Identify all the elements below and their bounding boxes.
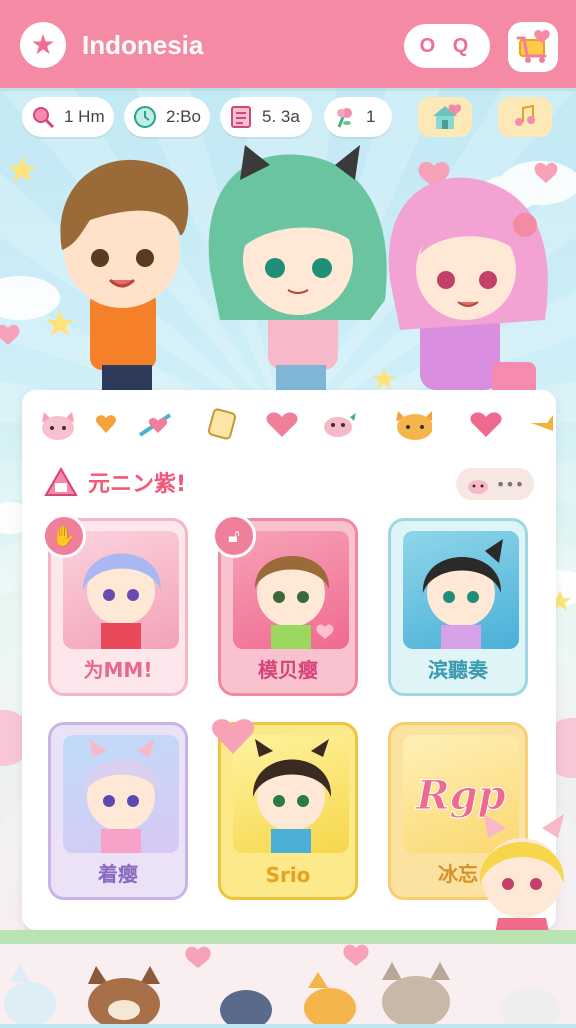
page-title: Indonesia [82,30,204,60]
music-button[interactable] [498,97,552,137]
music-note-icon [515,104,535,126]
favorite-button[interactable]: ★ [20,22,66,68]
card-portrait [63,735,179,853]
more-dots-icon: ••• [495,474,525,494]
more-button[interactable]: ••• [456,468,534,500]
character-pink-hair-girl [388,177,548,396]
notebook-icon [228,104,254,130]
stat-notes-value: 5. 3a [262,107,300,126]
bird-icon[interactable] [522,406,562,442]
character-showcase [60,145,548,396]
scroll-icon[interactable] [202,406,242,442]
clock-icon [132,104,158,130]
card-label: Srio [265,863,311,887]
cat-face-icon[interactable] [38,406,78,442]
hand-icon: ✋ [51,524,77,548]
home-button[interactable] [418,97,472,137]
floating-heart-icon [212,719,254,754]
card-badge-2: 🔓︎ [212,514,256,558]
warning-triangle-icon [44,466,78,496]
card-label: 为MM! [83,658,153,682]
stat-time[interactable]: 2:Bo [124,97,210,137]
section-title: 元ニン紫! [88,472,187,497]
card-portrait [403,531,519,649]
magnifier-icon [30,104,56,130]
orange-cat-icon[interactable] [392,406,432,442]
category-icon-row [22,392,556,454]
flower-icon [332,104,358,130]
card-label: 模贝瘿 [258,658,318,682]
top-bar: ★ Indonesia O Q [0,0,576,88]
cart-icon [516,29,550,63]
lock-icon: 🔓︎ [228,525,240,547]
card-badge-1: ✋ [42,514,86,558]
section-header: 元ニン紫! [44,462,186,502]
stat-flowers-value: 1 [366,107,376,126]
pin-heart-icon[interactable] [136,406,176,442]
shop-button[interactable] [508,22,558,72]
orange-heart-icon[interactable] [86,406,126,442]
pet-strip [0,944,576,1028]
character-card-3[interactable]: 滨聽奏 [388,518,528,696]
stat-flowers[interactable]: 1 [324,97,392,137]
stat-search-value: 1 Hm [64,107,105,126]
character-boy [60,159,189,395]
stat-notes[interactable]: 5. 3a [220,97,312,137]
pink-heart-icon[interactable] [262,406,302,442]
card-label: 滨聽奏 [428,658,488,682]
house-icon [433,104,461,129]
character-card-4[interactable]: 着瘿 [48,722,188,900]
bunny-icon [467,480,488,494]
search-button[interactable]: O Q [404,24,490,68]
card-label: 着瘿 [98,862,138,886]
stat-time-value: 2:Bo [166,107,201,126]
pets-illustration [4,944,560,1028]
red-heart-icon[interactable] [466,406,506,442]
character-green-hair-girl [208,145,387,395]
star-icon: ★ [30,28,56,61]
pig-icon[interactable] [320,406,360,442]
stat-search[interactable]: 1 Hm [22,97,114,137]
